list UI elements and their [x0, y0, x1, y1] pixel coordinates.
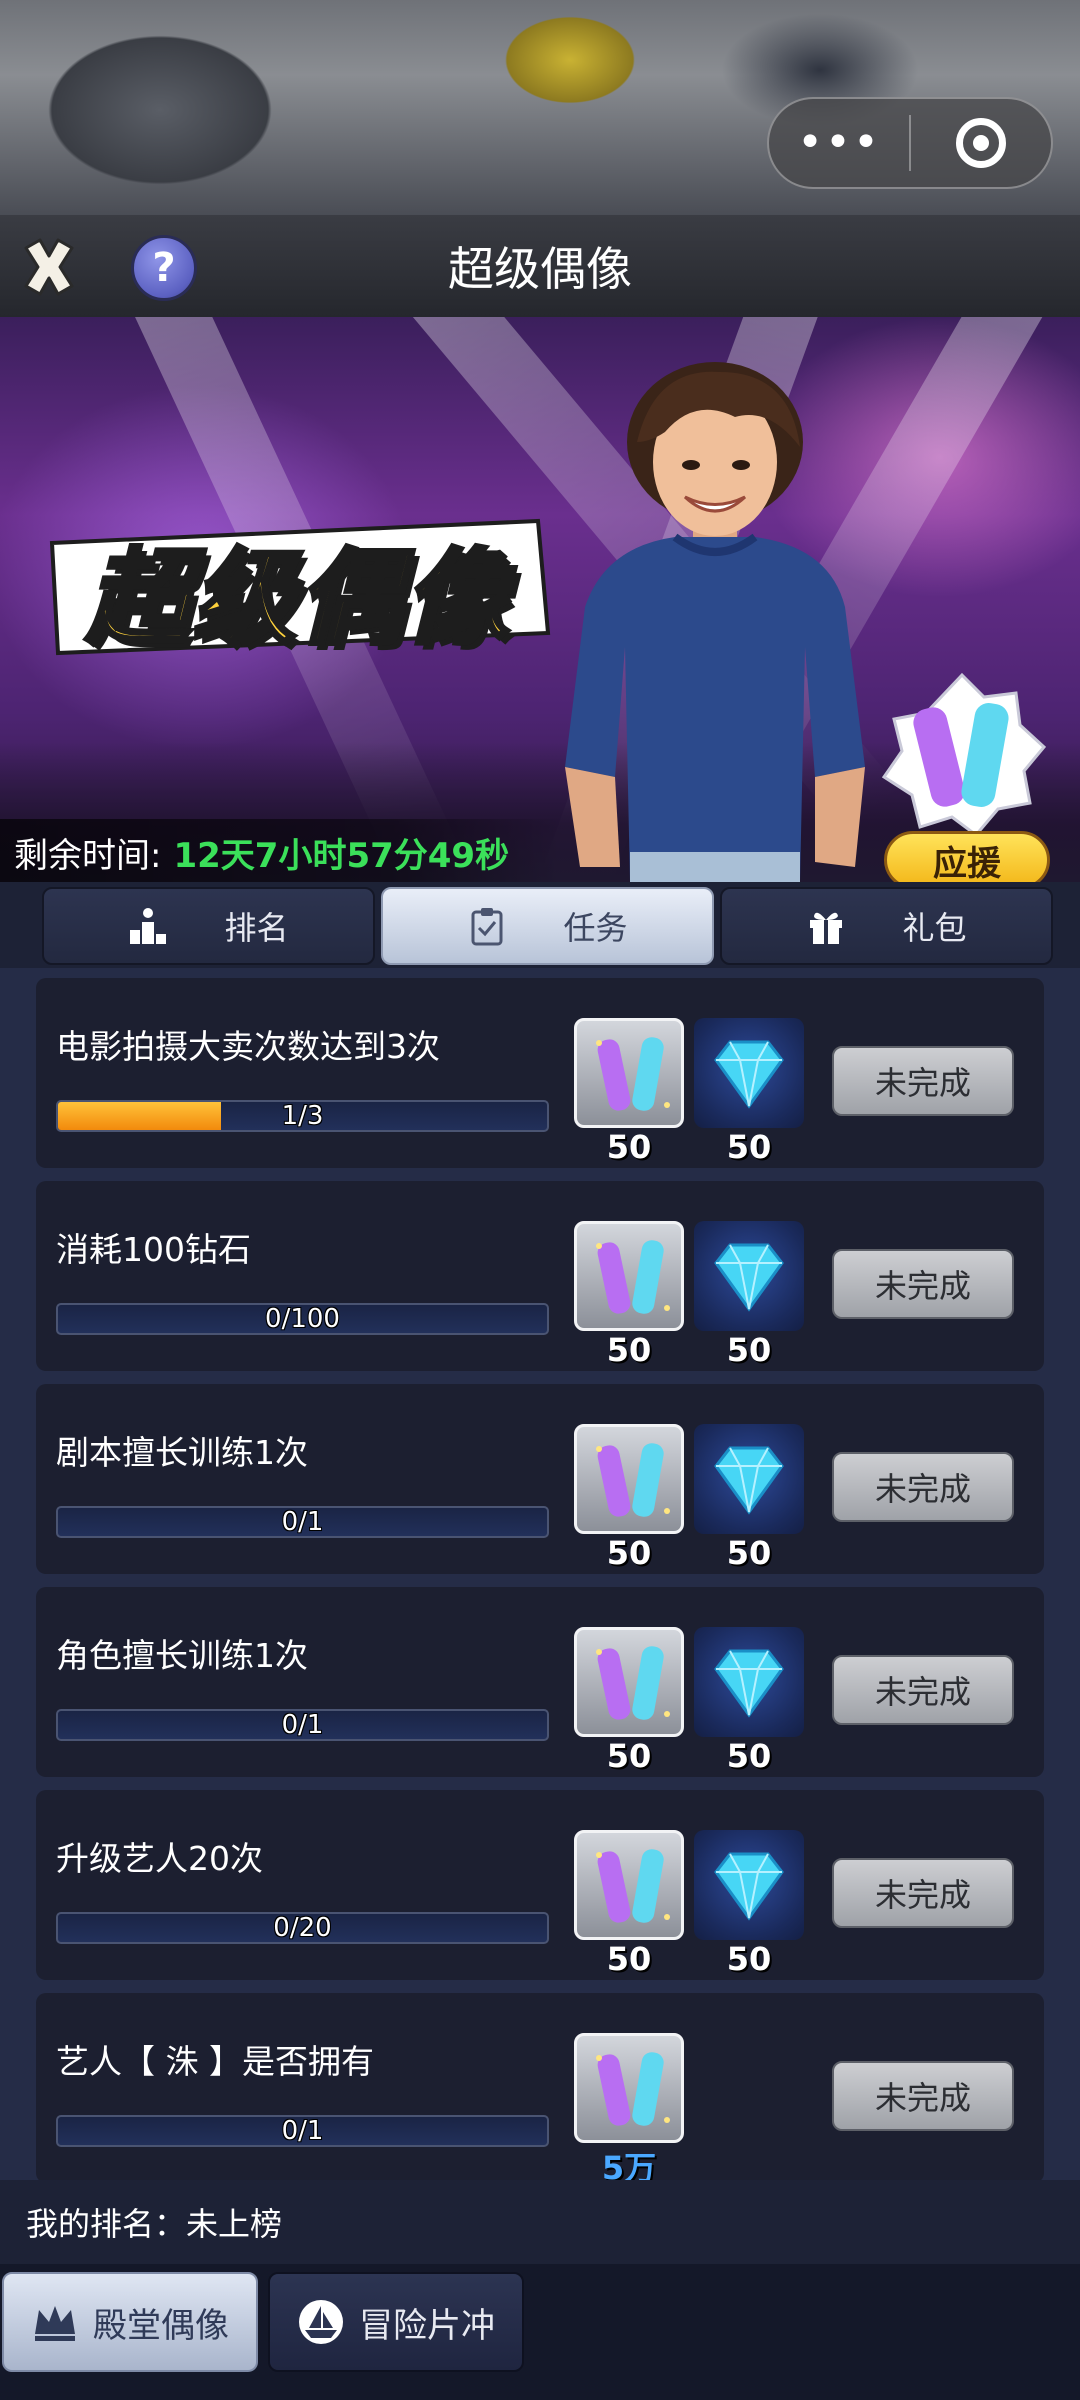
nav-adventure-film-label: 冒险片冲	[359, 2305, 495, 2346]
tab-ranking[interactable]: 排名	[42, 887, 375, 965]
lightstick-support-icon	[881, 672, 1047, 838]
support-button[interactable]: 应援	[884, 831, 1050, 882]
ship-icon	[297, 2298, 345, 2346]
task-item: 升级艺人20次 0/20 50 50 未完成	[36, 1790, 1044, 1980]
task-title: 电影拍摄大卖次数达到3次	[56, 1027, 440, 1066]
diamond-reward-icon	[694, 1221, 804, 1331]
event-logo-text: 超级偶像	[84, 535, 510, 661]
tab-gifts[interactable]: 礼包	[720, 887, 1053, 965]
nav-hall-of-idols[interactable]: 殿堂偶像	[2, 2272, 258, 2372]
header-bar: ? 超级偶像	[0, 215, 1080, 317]
diamond-reward-icon	[694, 1018, 804, 1128]
question-mark-icon: ?	[152, 245, 176, 291]
lightstick-reward-count: 50	[606, 1128, 652, 1166]
game-scene-background: •••	[0, 0, 1080, 215]
task-item: 电影拍摄大卖次数达到3次 1/3 50 50 未完成	[36, 978, 1044, 1168]
bottom-nav: 殿堂偶像 冒险片冲	[0, 2264, 1080, 2400]
event-banner: 超级偶像 应援 剩余时间: 12天7小时57分49秒	[0, 317, 1080, 882]
diamond-reward-count: 50	[726, 1331, 772, 1369]
diamond-reward-icon	[694, 1830, 804, 1940]
lightstick-reward-icon	[574, 1830, 684, 1940]
task-progress-text: 0/1	[281, 2116, 324, 2146]
task-status-button[interactable]: 未完成	[832, 1452, 1014, 1522]
task-list: 电影拍摄大卖次数达到3次 1/3 50 50 未完成 消耗100钻石 0/100…	[0, 968, 1080, 2187]
idol-character-illustration	[565, 362, 865, 882]
more-dots-button[interactable]: •••	[769, 99, 909, 187]
task-title: 角色擅长训练1次	[56, 1636, 308, 1675]
task-progress-text: 0/1	[281, 1710, 324, 1740]
task-progress-bar: 0/1	[56, 1709, 549, 1741]
diamond-reward-icon	[694, 1424, 804, 1534]
target-circle-icon	[955, 118, 1006, 168]
gift-icon	[806, 906, 846, 946]
tab-tasks-label: 任务	[563, 909, 628, 947]
close-miniprogram-button[interactable]	[911, 99, 1051, 187]
help-button[interactable]: ?	[131, 235, 197, 301]
tab-bar: 排名 任务 礼包	[0, 882, 1080, 972]
tab-tasks[interactable]: 任务	[381, 887, 714, 965]
nav-hall-of-idols-label: 殿堂偶像	[93, 2305, 229, 2346]
remaining-time-label: 剩余时间:	[14, 835, 162, 876]
remaining-time: 剩余时间: 12天7小时57分49秒	[0, 819, 560, 882]
diamond-reward-icon	[694, 1627, 804, 1737]
task-progress-bar: 0/20	[56, 1912, 549, 1944]
miniprogram-capsule: •••	[767, 97, 1053, 189]
task-title: 剧本擅长训练1次	[56, 1433, 308, 1472]
close-icon	[24, 238, 74, 296]
task-item: 艺人【 洙 】是否拥有 0/1 5万 未完成	[36, 1993, 1044, 2187]
task-progress-text: 0/1	[281, 1507, 324, 1537]
task-progress-text: 0/100	[265, 1304, 340, 1334]
task-item: 剧本擅长训练1次 0/1 50 50 未完成	[36, 1384, 1044, 1574]
lightstick-reward-count: 50	[606, 1331, 652, 1369]
lightstick-reward-icon	[574, 1221, 684, 1331]
lightstick-reward-count: 50	[606, 1940, 652, 1978]
task-title: 消耗100钻石	[56, 1230, 251, 1269]
event-logo: 超级偶像	[38, 513, 558, 663]
diamond-reward-count: 50	[726, 1128, 772, 1166]
my-rank: 我的排名：未上榜	[0, 2180, 1080, 2264]
lightstick-reward-icon	[574, 1424, 684, 1534]
close-button[interactable]	[14, 232, 84, 302]
task-status-button[interactable]: 未完成	[832, 1046, 1014, 1116]
lightstick-reward-count: 50	[606, 1534, 652, 1572]
task-progress-bar: 0/1	[56, 2115, 549, 2147]
task-status-button[interactable]: 未完成	[832, 1249, 1014, 1319]
more-dots-icon: •••	[797, 117, 881, 168]
task-status-button[interactable]: 未完成	[832, 1655, 1014, 1725]
task-progress-text: 1/3	[281, 1101, 324, 1131]
task-item: 角色擅长训练1次 0/1 50 50 未完成	[36, 1587, 1044, 1777]
task-item: 消耗100钻石 0/100 50 50 未完成	[36, 1181, 1044, 1371]
diamond-reward-count: 50	[726, 1737, 772, 1775]
task-status-button[interactable]: 未完成	[832, 1858, 1014, 1928]
lightstick-reward-count: 50	[606, 1737, 652, 1775]
lightstick-reward-icon	[574, 2033, 684, 2143]
task-status-button[interactable]: 未完成	[832, 2061, 1014, 2131]
remaining-time-value: 12天7小时57分49秒	[173, 835, 510, 876]
crown-icon	[31, 2298, 79, 2346]
nav-adventure-film[interactable]: 冒险片冲	[268, 2272, 524, 2372]
task-progress-text: 0/20	[273, 1913, 332, 1943]
task-title: 艺人【 洙 】是否拥有	[56, 2042, 374, 2081]
tab-gifts-label: 礼包	[902, 909, 967, 947]
diamond-reward-count: 50	[726, 1940, 772, 1978]
task-progress-bar: 0/100	[56, 1303, 549, 1335]
diamond-reward-count: 50	[726, 1534, 772, 1572]
lightstick-reward-icon	[574, 1627, 684, 1737]
clipboard-check-icon	[467, 906, 507, 946]
task-progress-bar: 1/3	[56, 1100, 549, 1132]
lightstick-reward-icon	[574, 1018, 684, 1128]
task-title: 升级艺人20次	[56, 1839, 263, 1878]
tab-ranking-label: 排名	[224, 909, 289, 947]
task-progress-bar: 0/1	[56, 1506, 549, 1538]
podium-icon	[128, 906, 168, 946]
